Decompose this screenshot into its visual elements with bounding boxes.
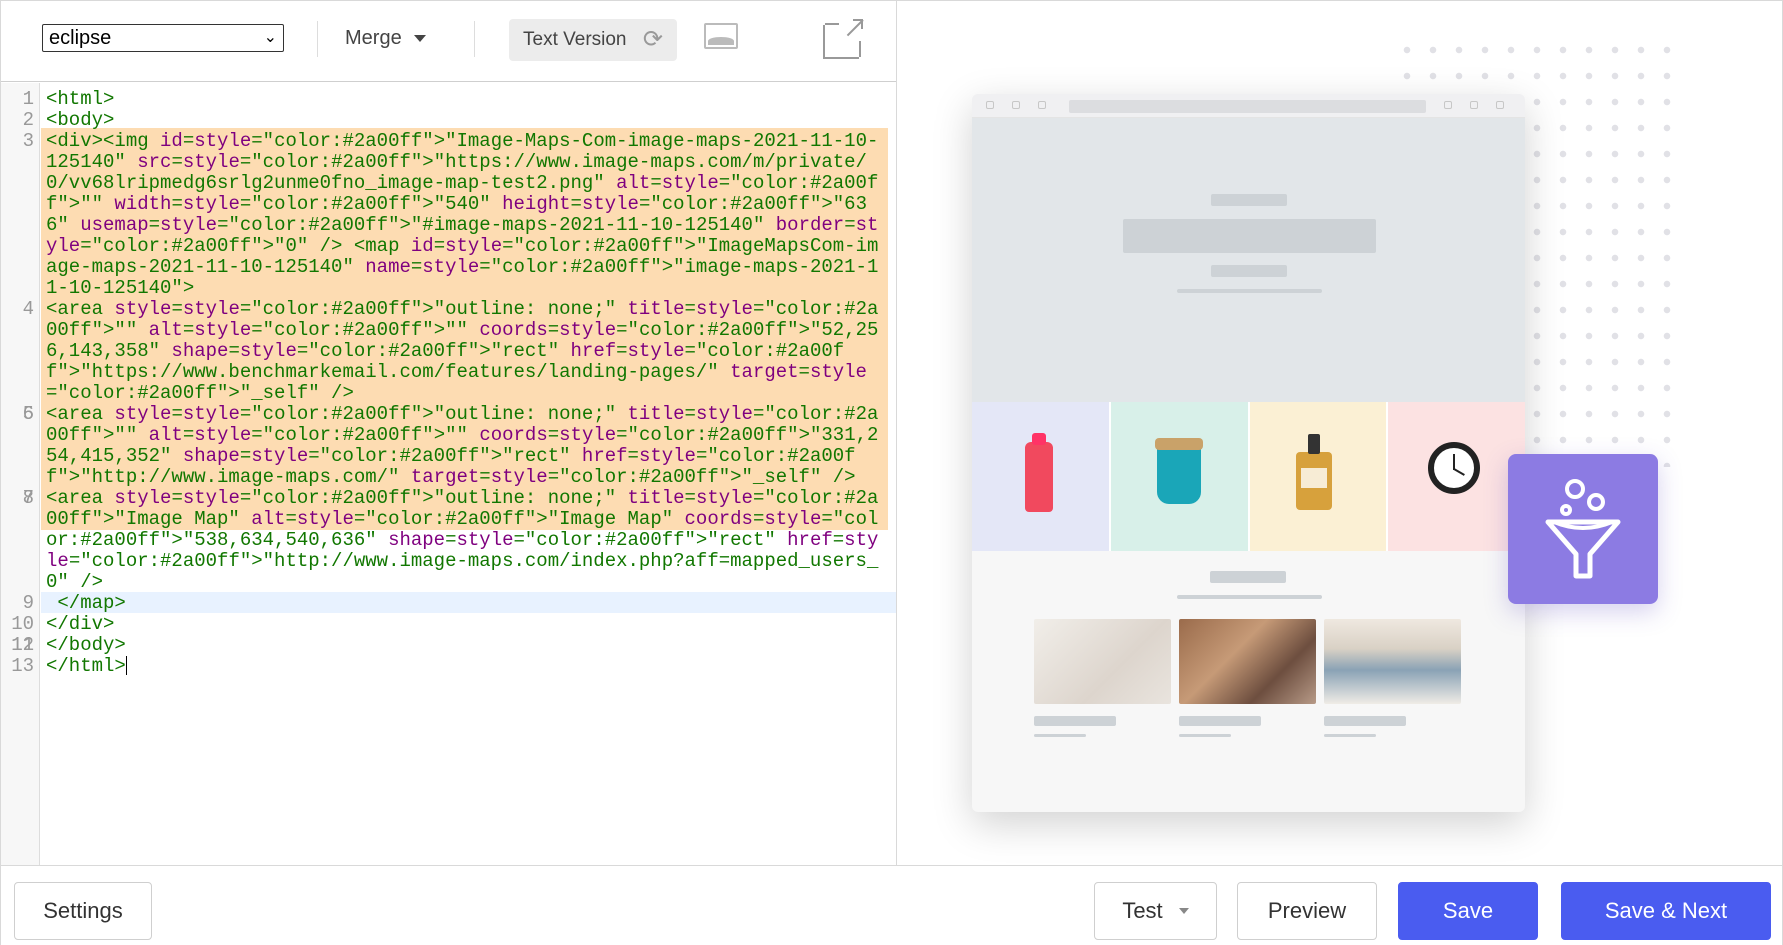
hero-placeholder (972, 118, 1525, 402)
line-number: 2 (22, 109, 34, 131)
save-button[interactable]: Save (1398, 882, 1538, 940)
text-cursor (125, 656, 127, 676)
funnel-feature-card (1508, 454, 1658, 604)
merge-label: Merge (345, 27, 402, 49)
email-editor-app: eclipse ⌄ Merge Text Version ⟳ 1 <html> 2 <… (0, 0, 1783, 945)
code-line-text: <html> (46, 88, 115, 110)
merge-dropdown[interactable]: Merge (345, 27, 426, 50)
code-line: 10 </div> (1, 614, 896, 635)
preview-button[interactable]: Preview (1237, 882, 1377, 940)
code-line-text: </body> (46, 634, 126, 656)
code-line: 12 </body> (1, 635, 896, 656)
gallery-thumbnail (1179, 619, 1316, 704)
line-number: 12 (11, 634, 34, 656)
gallery-thumbnail (1324, 619, 1461, 704)
funnel-icon (1545, 479, 1621, 579)
caret-down-icon (413, 35, 426, 43)
code-line: 3 <div><img id=style="color:#2a00ff">"Ima… (1, 131, 896, 299)
code-line-text: <area style=style="color:#2a00ff">"outli… (46, 298, 879, 404)
product-tile-jar (1249, 402, 1389, 551)
cup-icon (1154, 438, 1203, 504)
code-line-text: <area style=style="color:#2a00ff">"outli… (46, 487, 879, 593)
caret-down-icon (1178, 908, 1189, 914)
browser-mockup-illustration (972, 94, 1525, 812)
refresh-icon: ⟳ (642, 26, 663, 53)
toolbar-divider (474, 21, 475, 57)
text-version-button[interactable]: Text Version ⟳ (509, 19, 677, 61)
chevron-down-icon: ⌄ (263, 29, 277, 46)
browser-address-bar (972, 94, 1525, 118)
code-lines: 1 <html> 2 <body> 3 <div><img id=style="color… (1, 89, 896, 677)
water-bottle-icon (1025, 433, 1053, 512)
code-line: 1 <html> (1, 89, 896, 110)
footer-action-bar: Settings Test Preview Save Save & Next (1, 865, 1782, 945)
product-tile-bottle (972, 402, 1111, 551)
preview-label: Preview (1267, 898, 1347, 923)
code-editor-pane: eclipse ⌄ Merge Text Version ⟳ 1 <html> 2 <… (1, 1, 897, 865)
code-line-text: <body> (46, 109, 115, 131)
theme-select-value: eclipse (49, 27, 112, 49)
save-next-label: Save & Next (1604, 898, 1728, 923)
code-line: 6 <area style=style="color:#2a00ff">"outl… (1, 404, 896, 488)
gallery-section (972, 551, 1525, 811)
code-line: 13 </html> (1, 656, 896, 677)
settings-label: Settings (43, 898, 123, 923)
code-line: 2 <body> (1, 110, 896, 131)
code-line: 4 <area style=style="color:#2a00ff">"outl… (1, 299, 896, 404)
code-line-text: </map> (46, 592, 126, 614)
line-number: 9 (22, 592, 34, 614)
save-and-next-button[interactable]: Save & Next (1561, 882, 1771, 940)
code-area[interactable]: 1 <html> 2 <body> 3 <div><img id=style="color… (1, 83, 896, 865)
jar-icon (1295, 434, 1332, 510)
line-number: 6 (22, 403, 34, 425)
code-line-text: <area style=style="color:#2a00ff">"outli… (46, 403, 879, 488)
external-link-icon[interactable] (823, 19, 864, 59)
image-icon[interactable] (704, 23, 738, 49)
product-tile-clock (1388, 402, 1525, 551)
toolbar-divider (317, 21, 318, 57)
test-dropdown-button[interactable]: Test (1094, 882, 1217, 940)
line-number: 1 (22, 88, 34, 110)
line-number: 8 (22, 487, 34, 509)
code-line: 9 </map> (1, 593, 896, 614)
gallery-thumbnail (1034, 619, 1171, 704)
editor-toolbar: eclipse ⌄ Merge Text Version ⟳ (1, 1, 896, 82)
product-row (972, 402, 1525, 551)
line-number: 13 (11, 655, 34, 677)
line-number: 4 (22, 298, 34, 320)
settings-button[interactable]: Settings (14, 882, 152, 940)
save-label: Save (1442, 898, 1494, 923)
code-line-text: </html> (46, 655, 127, 677)
code-line-text: <div><img id=style="color:#2a00ff">"Imag… (46, 130, 879, 299)
theme-select[interactable]: eclipse ⌄ (42, 24, 284, 52)
line-number: 10 (11, 613, 34, 635)
line-number: 3 (22, 130, 34, 152)
code-line-text: </div> (46, 613, 115, 635)
code-line: 8 <area style=style="color:#2a00ff">"outl… (1, 488, 896, 593)
clock-icon (1428, 442, 1481, 494)
test-label: Test (1122, 898, 1163, 923)
text-version-label: Text Version (523, 29, 627, 50)
product-tile-cup (1110, 402, 1250, 551)
browser-url-bar (1069, 100, 1426, 113)
